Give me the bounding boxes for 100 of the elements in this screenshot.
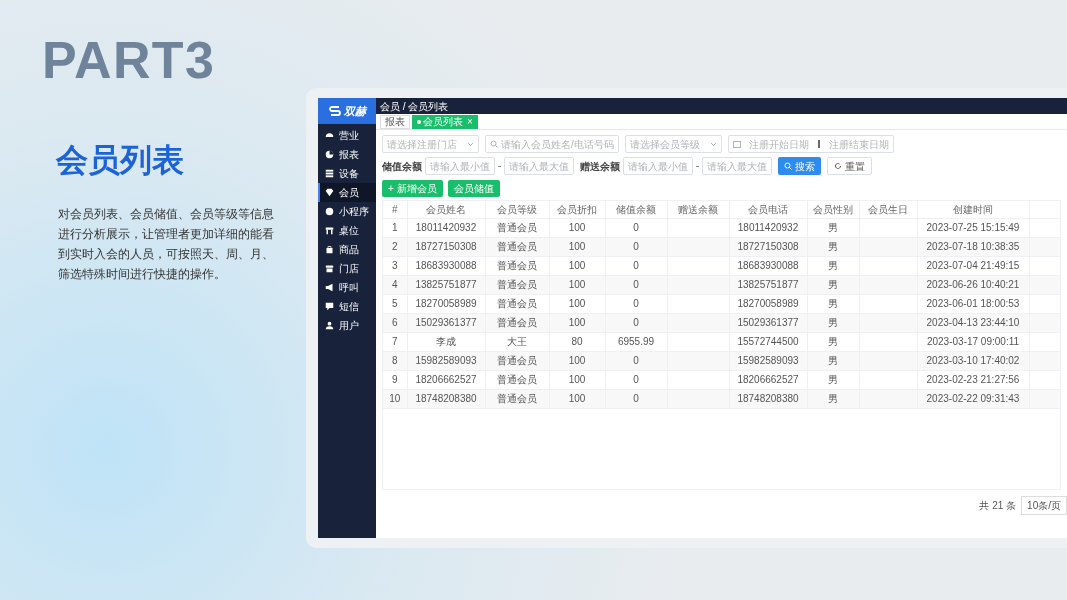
table-cell: 6 bbox=[383, 313, 407, 332]
table-cell: 10 bbox=[383, 389, 407, 408]
table-cell: 男 bbox=[807, 389, 859, 408]
table-cell: 18727150308 bbox=[407, 237, 485, 256]
sidebar-item[interactable]: 设备 bbox=[318, 164, 376, 183]
table-cell: 男 bbox=[807, 313, 859, 332]
table-cell: 18011420932 bbox=[729, 218, 807, 237]
table-cell: 13825751877 bbox=[729, 275, 807, 294]
table-cell: 4 bbox=[383, 275, 407, 294]
sidebar-item[interactable]: 短信 bbox=[318, 297, 376, 316]
table-cell: 0 bbox=[605, 351, 667, 370]
tab[interactable]: 报表 bbox=[380, 114, 410, 129]
sidebar-item[interactable]: 营业 bbox=[318, 126, 376, 145]
logo-text: 双赫 bbox=[343, 103, 366, 119]
table-cell: 18270058989 bbox=[729, 294, 807, 313]
diamond-icon bbox=[325, 188, 334, 197]
table-cell: 李成 bbox=[407, 332, 485, 351]
table-cell: 0 bbox=[605, 256, 667, 275]
sidebar-item[interactable]: 商品 bbox=[318, 240, 376, 259]
table-cell: 18683930088 bbox=[729, 256, 807, 275]
page-size-select[interactable]: 10条/页 bbox=[1021, 496, 1067, 515]
table-cell: 9 bbox=[383, 370, 407, 389]
table-cell: 18748208380 bbox=[407, 389, 485, 408]
table-cell: 15029361377 bbox=[729, 313, 807, 332]
table-cell: 18683930088 bbox=[407, 256, 485, 275]
table-icon bbox=[325, 226, 334, 235]
table-cell: 100 bbox=[549, 218, 605, 237]
table-cell: 0 bbox=[605, 218, 667, 237]
table-cell: 6955.99 bbox=[605, 332, 667, 351]
column-header: 创建时间 bbox=[917, 201, 1029, 218]
column-header: 储值余额 bbox=[605, 201, 667, 218]
table-cell: 0 bbox=[605, 313, 667, 332]
table-cell: 男 bbox=[807, 256, 859, 275]
table-cell: 18727150308 bbox=[729, 237, 807, 256]
table-cell: 100 bbox=[549, 313, 605, 332]
table-cell: 大王 bbox=[485, 332, 549, 351]
filter-label: 储值余额 bbox=[382, 159, 422, 174]
table-cell: 3 bbox=[383, 256, 407, 275]
list-icon bbox=[325, 169, 334, 178]
section-heading: 会员列表 bbox=[56, 144, 185, 176]
sidebar-item[interactable]: 呼叫 bbox=[318, 278, 376, 297]
table-cell: 7 bbox=[383, 332, 407, 351]
table-cell: 15029361377 bbox=[407, 313, 485, 332]
table-cell: 18206662527 bbox=[729, 370, 807, 389]
sidebar-item[interactable]: 用户 bbox=[318, 316, 376, 335]
table-cell: 100 bbox=[549, 370, 605, 389]
table-cell: 2023-03-17 09:00:11 bbox=[917, 332, 1029, 351]
table-cell: 100 bbox=[549, 351, 605, 370]
bag-icon bbox=[325, 245, 334, 254]
sidebar-item[interactable]: 门店 bbox=[318, 259, 376, 278]
table-cell: 普通会员 bbox=[485, 370, 549, 389]
table-cell: 普通会员 bbox=[485, 389, 549, 408]
search-icon bbox=[784, 162, 792, 170]
column-header: 会员姓名 bbox=[407, 201, 485, 218]
sidebar-item[interactable]: 桌位 bbox=[318, 221, 376, 240]
table-cell: 18011420932 bbox=[407, 218, 485, 237]
table-cell: 2023-04-13 23:44:10 bbox=[917, 313, 1029, 332]
table-cell: 100 bbox=[549, 256, 605, 275]
table-cell: 男 bbox=[807, 294, 859, 313]
table-cell: 18748208380 bbox=[729, 389, 807, 408]
filter-label: 赠送余额 bbox=[580, 159, 620, 174]
table-cell: 5 bbox=[383, 294, 407, 313]
description-paragraph: 对会员列表、会员储值、会员等级等信息进行分析展示，让管理者更加详细的能看到实时入会的人员，可按照天、周、月、筛选特殊时间进行快捷的操作。 bbox=[58, 206, 275, 283]
calendar-icon bbox=[732, 140, 741, 148]
table-cell: 18206662527 bbox=[407, 370, 485, 389]
user-icon bbox=[325, 321, 334, 330]
table-cell: 0 bbox=[605, 294, 667, 313]
chevron-down-icon bbox=[467, 141, 474, 147]
table-cell: 8 bbox=[383, 351, 407, 370]
search-icon bbox=[490, 140, 498, 148]
pie-icon bbox=[325, 150, 334, 159]
table-cell: 普通会员 bbox=[485, 351, 549, 370]
table-cell: 普通会员 bbox=[485, 237, 549, 256]
table-cell: 13825751877 bbox=[407, 275, 485, 294]
table-cell: 0 bbox=[605, 370, 667, 389]
table-cell: 普通会员 bbox=[485, 294, 549, 313]
megaphone-icon bbox=[325, 283, 334, 292]
table-cell: 0 bbox=[605, 237, 667, 256]
table-cell: 100 bbox=[549, 389, 605, 408]
table-cell: 100 bbox=[549, 294, 605, 313]
table-cell: 普通会员 bbox=[485, 218, 549, 237]
logo-mark-icon bbox=[328, 105, 341, 117]
table-cell: 男 bbox=[807, 237, 859, 256]
table-cell: 15982589093 bbox=[729, 351, 807, 370]
reset-button[interactable]: 重置 bbox=[827, 157, 872, 175]
sidebar-item[interactable]: 会员 bbox=[318, 183, 376, 202]
sidebar-item[interactable]: 小程序 bbox=[318, 202, 376, 221]
table-cell: 1 bbox=[383, 218, 407, 237]
table-cell: 男 bbox=[807, 218, 859, 237]
column-header: 会员性别 bbox=[807, 201, 859, 218]
column-header: 会员折扣 bbox=[549, 201, 605, 218]
table-cell: 男 bbox=[807, 351, 859, 370]
refresh-icon bbox=[834, 162, 842, 170]
chat-icon bbox=[325, 302, 334, 311]
sidebar-item[interactable]: 报表 bbox=[318, 145, 376, 164]
column-header: 会员等级 bbox=[485, 201, 549, 218]
part-title: PART3 bbox=[42, 34, 217, 86]
table-cell: 2023-03-10 17:40:02 bbox=[917, 351, 1029, 370]
table-cell: 100 bbox=[549, 237, 605, 256]
table-cell: 2023-06-26 10:40:21 bbox=[917, 275, 1029, 294]
